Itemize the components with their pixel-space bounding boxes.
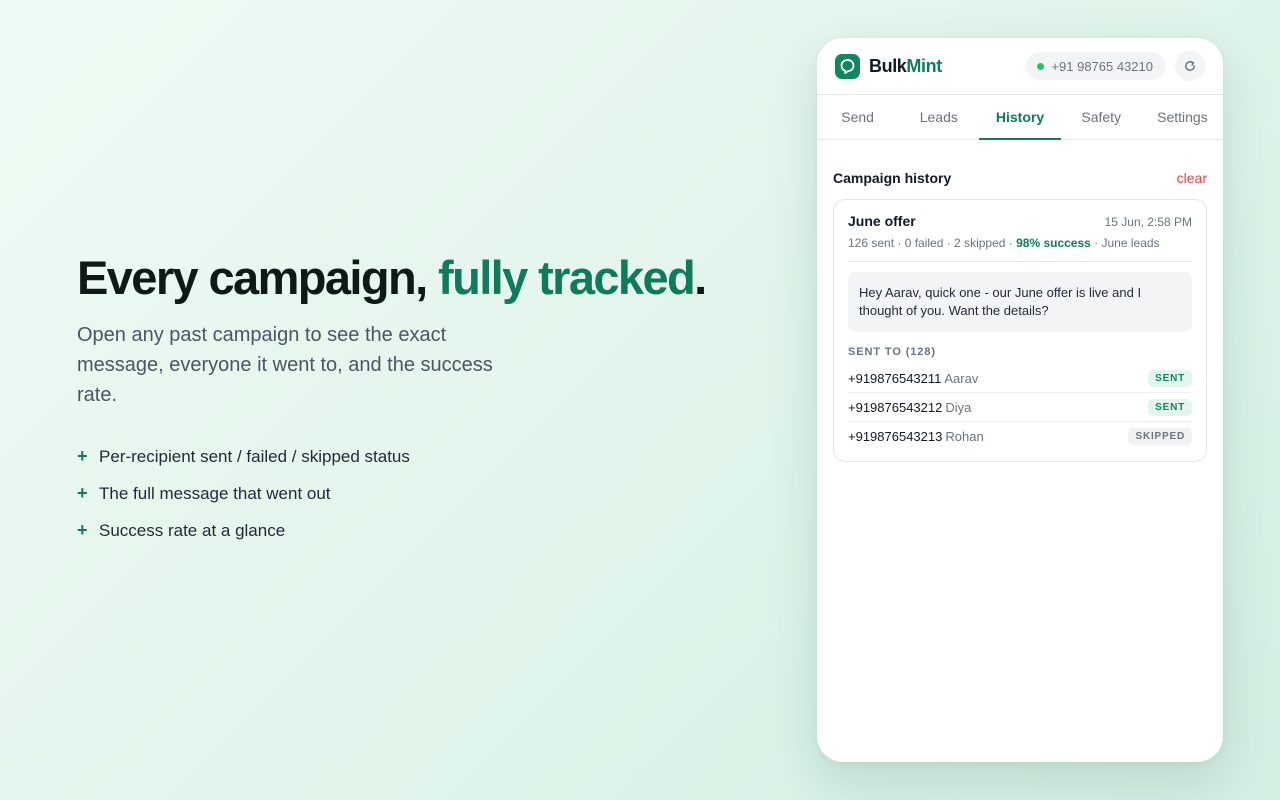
chat-bubble-logo-icon xyxy=(835,53,860,79)
recipient-list: +919876543211 Aarav SENT +919876543212 Diy… xyxy=(848,364,1192,451)
tab-bar: Send Leads History Safety Settings xyxy=(817,95,1223,140)
refresh-button[interactable] xyxy=(1175,51,1205,81)
section-title: Campaign history xyxy=(833,170,952,186)
campaign-success-rate: 98% success xyxy=(1016,236,1091,250)
campaign-card-header: June offer 15 Jun, 2:58 PM xyxy=(848,213,1192,229)
brand-name: BulkMint xyxy=(869,56,942,77)
feature-item: + The full message that went out xyxy=(77,475,717,512)
recipient-phone: +919876543211 xyxy=(848,370,942,386)
recipient-name: Rohan xyxy=(945,429,984,444)
feature-item: + Success rate at a glance xyxy=(77,512,717,549)
campaign-date: 15 Jun, 2:58 PM xyxy=(1104,215,1192,229)
status-badge: SENT xyxy=(1148,398,1192,416)
app-header: BulkMint +91 98765 43210 xyxy=(817,38,1223,95)
recipient-row: +919876543213 Rohan SKIPPED xyxy=(848,422,1192,451)
feature-list: + Per-recipient sent / failed / skipped … xyxy=(77,438,717,549)
tab-safety[interactable]: Safety xyxy=(1061,95,1142,139)
online-dot-icon xyxy=(1037,62,1045,70)
app-panel: BulkMint +91 98765 43210 Send Leads Hist… xyxy=(817,38,1223,762)
recipient-row: +919876543211 Aarav SENT xyxy=(848,364,1192,393)
tab-settings[interactable]: Settings xyxy=(1142,95,1223,139)
history-content: Campaign history clear June offer 15 Jun… xyxy=(817,168,1223,462)
recipient-phone: +919876543213 xyxy=(848,429,943,444)
plus-icon: + xyxy=(77,520,88,540)
refresh-icon xyxy=(1185,60,1195,71)
tab-send[interactable]: Send xyxy=(817,95,898,139)
connected-phone-number: +91 98765 43210 xyxy=(1051,58,1153,74)
feature-label: The full message that went out xyxy=(99,483,331,503)
campaign-title: June offer xyxy=(848,213,916,229)
sent-to-label: SENT TO (128) xyxy=(848,346,936,358)
recipient-info: +919876543212 Diya xyxy=(848,400,971,415)
headline-accent: fully tracked xyxy=(438,251,696,304)
recipient-info: +919876543213 Rohan xyxy=(848,429,984,444)
headline-text: Every campaign, xyxy=(77,251,439,304)
campaign-stats-counts: 126 sent · 0 failed · 2 skipped · xyxy=(848,236,1017,250)
plus-icon: + xyxy=(77,483,88,503)
connected-phone-pill[interactable]: +91 98765 43210 xyxy=(1026,52,1165,80)
headline: Every campaign, fully tracked. xyxy=(77,252,717,304)
recipient-name: Aarav xyxy=(944,370,979,386)
brand-part1: Bulk xyxy=(869,55,907,76)
clear-history-button[interactable]: clear xyxy=(1177,170,1207,186)
feature-label: Per-recipient sent / failed / skipped st… xyxy=(99,446,410,466)
status-badge: SENT xyxy=(1148,369,1192,387)
recipient-name: Diya xyxy=(945,399,972,415)
tab-leads[interactable]: Leads xyxy=(898,95,979,139)
section-header: Campaign history clear xyxy=(833,168,1207,188)
hero-section: Every campaign, fully tracked. Open any … xyxy=(77,252,717,549)
plus-icon: + xyxy=(77,446,88,466)
campaign-card[interactable]: June offer 15 Jun, 2:58 PM 126 sent · 0 … xyxy=(833,199,1207,462)
campaign-stats: 126 sent · 0 failed · 2 skipped · 98% su… xyxy=(848,236,1192,262)
campaign-message: Hey Aarav, quick one - our June offer is… xyxy=(848,272,1192,332)
recipient-info: +919876543211 Aarav xyxy=(848,371,978,386)
feature-item: + Per-recipient sent / failed / skipped … xyxy=(77,438,717,475)
recipient-row: +919876543212 Diya SENT xyxy=(848,393,1192,422)
feature-label: Success rate at a glance xyxy=(99,520,286,540)
hero-subtext: Open any past campaign to see the exact … xyxy=(77,324,493,406)
recipient-phone: +919876543212 xyxy=(848,399,943,415)
brand-part2: Mint xyxy=(906,55,942,76)
status-badge: SKIPPED xyxy=(1128,428,1192,445)
headline-period: . xyxy=(694,251,707,304)
campaign-list-name: · June leads xyxy=(1090,236,1160,250)
tab-history[interactable]: History xyxy=(979,95,1061,140)
